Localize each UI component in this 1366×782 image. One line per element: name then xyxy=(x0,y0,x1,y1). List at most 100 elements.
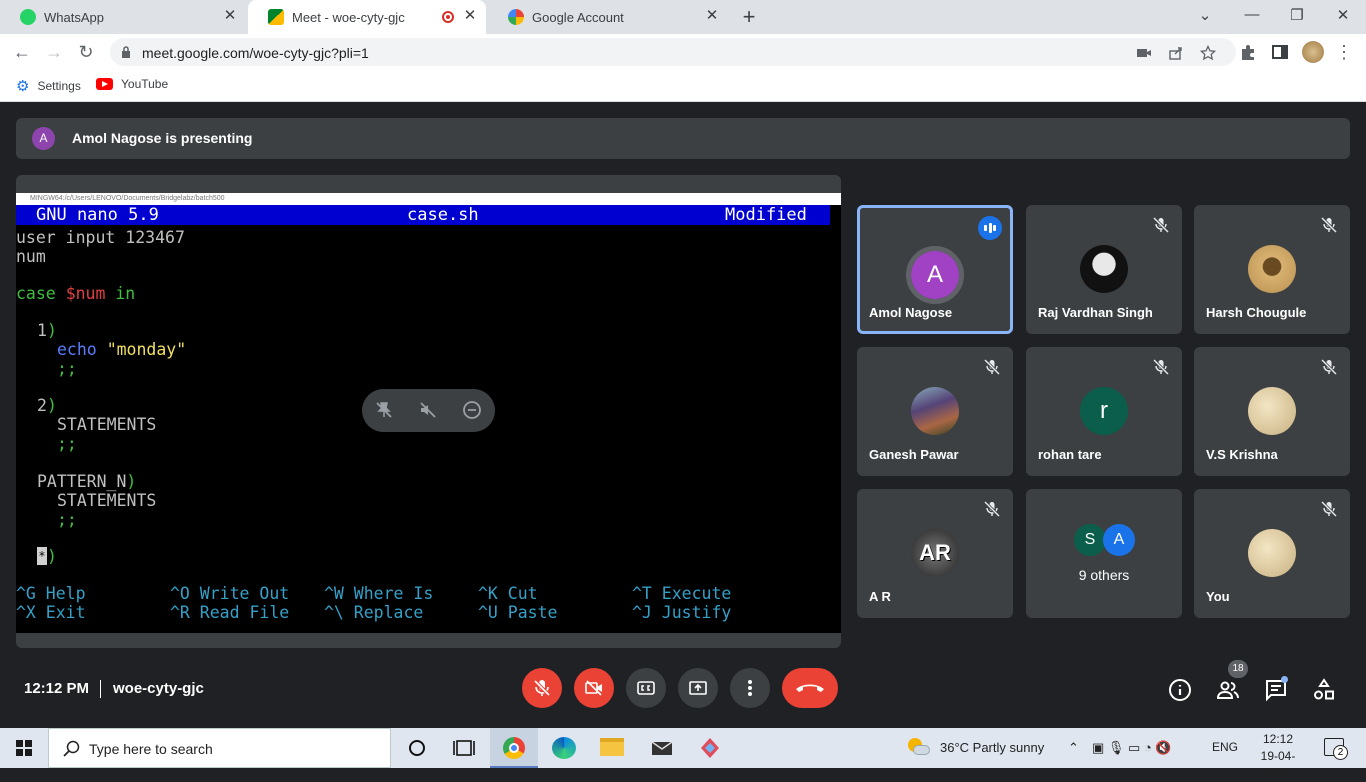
avatar xyxy=(1248,387,1296,435)
code-line: user input 123467 xyxy=(16,228,185,247)
extensions-icon[interactable] xyxy=(1239,43,1257,61)
taskbar-search-box[interactable]: Type here to search xyxy=(48,728,391,768)
terminal-title: MINGW64:/c/Users/LENOVO/Documents/Bridge… xyxy=(16,193,841,205)
address-bar[interactable]: meet.google.com/woe-cyty-gjc?pli=1 xyxy=(110,38,1236,66)
leave-call-button[interactable] xyxy=(782,668,838,708)
participant-tile-ganesh[interactable]: Ganesh Pawar xyxy=(857,347,1013,476)
captions-button[interactable] xyxy=(626,668,666,708)
tab-whatsapp[interactable]: WhatsApp ✕ xyxy=(0,0,246,34)
code-line: STATEMENTS xyxy=(57,491,157,510)
restore-icon[interactable]: ❐ xyxy=(1287,6,1307,24)
close-icon[interactable]: ✕ xyxy=(704,8,720,24)
participant-tile-amol[interactable]: A Amol Nagose xyxy=(857,205,1013,334)
meet-control-bar: 12:12 PM woe-cyty-gjc 18 xyxy=(0,646,1366,728)
present-button[interactable] xyxy=(678,668,718,708)
divider xyxy=(100,680,101,698)
avatar: A xyxy=(1103,524,1135,556)
meet-icon xyxy=(268,9,284,25)
avatar: S xyxy=(1074,524,1106,556)
activities-icon[interactable] xyxy=(1312,678,1336,702)
cortana-icon[interactable] xyxy=(405,737,429,759)
code-line: ;; xyxy=(57,359,77,378)
close-icon[interactable]: ✕ xyxy=(462,8,478,24)
info-icon[interactable] xyxy=(1168,678,1192,702)
nano-version: GNU nano 5.9 xyxy=(36,205,159,225)
bookmark-settings[interactable]: ⚙ Settings xyxy=(16,77,81,95)
tab-google-account[interactable]: Google Account ✕ xyxy=(488,0,728,34)
participant-name: Raj Vardhan Singh xyxy=(1038,305,1153,320)
edge-icon[interactable] xyxy=(552,737,576,759)
recording-icon xyxy=(442,11,454,23)
captions-icon xyxy=(637,681,655,695)
close-icon[interactable]: ✕ xyxy=(222,8,238,24)
avatar: A xyxy=(32,127,55,150)
text-cursor: * xyxy=(37,547,47,565)
windows-start-icon[interactable] xyxy=(16,740,32,756)
people-icon[interactable] xyxy=(1216,678,1240,702)
avatar: r xyxy=(1080,387,1128,435)
weather-text[interactable]: 36°C Partly sunny xyxy=(940,740,1044,755)
search-icon xyxy=(63,740,80,757)
mic-off-icon xyxy=(983,500,1001,518)
participant-tile-raj[interactable]: Raj Vardhan Singh xyxy=(1026,205,1182,334)
notification-icon[interactable]: 2 xyxy=(1324,738,1348,760)
task-view-icon[interactable] xyxy=(452,737,476,759)
menu-dots-icon[interactable]: ⋮ xyxy=(1334,42,1354,62)
browser-toolbar: ← → ↻ meet.google.com/woe-cyty-gjc?pli=1… xyxy=(0,34,1366,70)
taskbar-chrome[interactable] xyxy=(490,728,538,768)
app-icon[interactable] xyxy=(698,737,722,759)
meeting-time: 12:12 PM xyxy=(24,680,90,697)
share-icon[interactable] xyxy=(1168,45,1184,61)
clock-date: 19-04-2022 xyxy=(1260,749,1296,780)
bookmark-youtube[interactable]: YouTube xyxy=(96,77,168,91)
participant-tile-you[interactable]: You xyxy=(1194,489,1350,618)
participant-tile-others[interactable]: S A 9 others xyxy=(1026,489,1182,618)
participant-tile-harsh[interactable]: Harsh Chougule xyxy=(1194,205,1350,334)
camera-blocked-icon[interactable] xyxy=(1136,45,1152,61)
code-line: STATEMENTS xyxy=(57,415,157,434)
side-panel-icon[interactable] xyxy=(1271,43,1289,61)
participant-name: You xyxy=(1206,589,1230,604)
forward-icon[interactable]: → xyxy=(44,42,64,62)
profile-avatar[interactable] xyxy=(1302,41,1324,63)
youtube-icon xyxy=(96,78,113,90)
more-options-button[interactable] xyxy=(730,668,770,708)
tab-search-chevron-icon[interactable]: ⌄ xyxy=(1195,6,1215,24)
unread-dot xyxy=(1281,676,1288,683)
tab-title: Meet - woe-cyty-gjc xyxy=(292,9,405,25)
participant-name: rohan tare xyxy=(1038,447,1102,462)
avatar xyxy=(1248,529,1296,577)
search-placeholder: Type here to search xyxy=(89,741,213,757)
bookmarks-bar: ⚙ Settings YouTube xyxy=(0,70,1366,102)
new-tab-button[interactable]: + xyxy=(738,4,760,30)
mic-off-icon xyxy=(1320,358,1338,376)
reload-icon[interactable]: ↻ xyxy=(76,42,96,62)
tray-icons[interactable]: ▣ 🎙 ▭ ◔ 🔇 xyxy=(1092,740,1172,756)
taskbar-clock[interactable]: 12:12 19-04-2022 xyxy=(1248,731,1308,782)
shared-screen[interactable]: MINGW64:/c/Users/LENOVO/Documents/Bridge… xyxy=(16,175,841,648)
tab-meet[interactable]: Meet - woe-cyty-gjc ✕ xyxy=(248,0,486,34)
window-close-icon[interactable]: ✕ xyxy=(1333,6,1353,24)
mute-audio-icon[interactable] xyxy=(418,400,438,420)
presenting-banner: A Amol Nagose is presenting xyxy=(16,118,1350,159)
speaking-indicator-icon xyxy=(978,216,1002,240)
language-indicator[interactable]: ENG xyxy=(1212,740,1238,754)
minimize-icon[interactable]: — xyxy=(1242,6,1262,23)
remove-icon[interactable] xyxy=(462,400,482,420)
mic-off-icon xyxy=(1320,216,1338,234)
participant-tile-vs-krishna[interactable]: V.S Krishna xyxy=(1194,347,1350,476)
back-icon[interactable]: ← xyxy=(12,42,32,62)
tray-chevron-icon[interactable]: ⌃ xyxy=(1068,740,1079,756)
notification-count: 2 xyxy=(1333,745,1348,760)
bookmark-star-icon[interactable] xyxy=(1200,45,1216,61)
hang-up-icon xyxy=(796,684,824,692)
code-line: PATTERN_N) xyxy=(37,472,137,491)
mic-toggle-button[interactable] xyxy=(522,668,562,708)
mail-icon[interactable] xyxy=(650,737,674,759)
participant-tile-ar[interactable]: AR A R xyxy=(857,489,1013,618)
camera-toggle-button[interactable] xyxy=(574,668,614,708)
weather-icon[interactable] xyxy=(908,738,930,756)
unpin-icon[interactable] xyxy=(374,400,394,420)
participant-tile-rohan[interactable]: r rohan tare xyxy=(1026,347,1182,476)
file-explorer-icon[interactable] xyxy=(600,738,624,756)
